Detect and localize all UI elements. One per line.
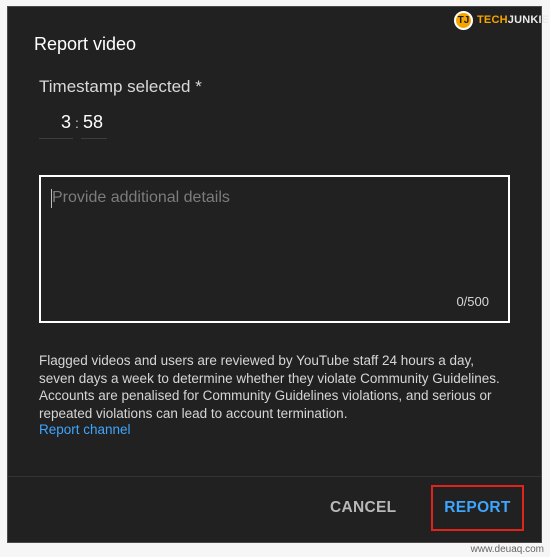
brand-name-prefix: TECH	[477, 14, 508, 26]
additional-details-textarea[interactable]: Provide additional details 0/500	[39, 175, 510, 323]
techjunkie-brand: TJ TECHJUNKIE	[454, 9, 549, 31]
techjunkie-logo: TJ	[454, 10, 473, 30]
review-policy-text: Flagged videos and users are reviewed by…	[39, 353, 500, 421]
report-button[interactable]: REPORT	[431, 485, 524, 531]
timestamp-input-row: 3 : 58	[39, 112, 107, 142]
screenshot-page: TJ TECHJUNKIE Report video Timestamp sel…	[0, 0, 550, 557]
brand-name-suffix: JUNKIE	[507, 14, 550, 26]
cancel-button[interactable]: CANCEL	[330, 499, 396, 517]
timestamp-seconds-input[interactable]: 58	[81, 112, 107, 139]
footer-divider	[8, 476, 541, 477]
report-video-dialog: TJ TECHJUNKIE Report video Timestamp sel…	[7, 6, 549, 543]
dialog-title: Report video	[34, 34, 137, 54]
report-channel-link[interactable]: Report channel	[39, 422, 131, 437]
character-counter: 0/500	[456, 294, 489, 309]
techjunkie-wordmark: TECHJUNKIE	[477, 14, 549, 26]
site-watermark: www.deuaq.com	[470, 544, 544, 555]
timestamp-separator: :	[75, 115, 79, 131]
details-placeholder: Provide additional details	[52, 189, 230, 206]
timestamp-label: Timestamp selected *	[39, 77, 202, 96]
timestamp-minutes-input[interactable]: 3	[39, 112, 73, 139]
